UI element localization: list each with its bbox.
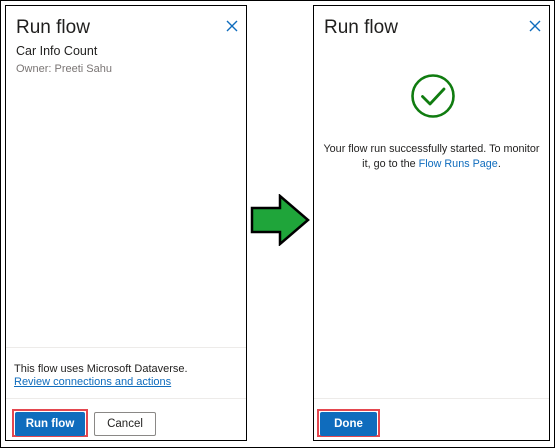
- cancel-button[interactable]: Cancel: [94, 412, 156, 436]
- run-flow-button[interactable]: Run flow: [15, 412, 85, 436]
- divider: [6, 347, 246, 348]
- dataverse-notice: This flow uses Microsoft Dataverse.: [14, 363, 188, 375]
- run-flow-success-panel: Run flow Your flow run successfully star…: [313, 5, 550, 441]
- close-icon[interactable]: [529, 20, 541, 32]
- close-icon[interactable]: [226, 20, 238, 32]
- panel-title: Run flow: [324, 17, 398, 38]
- success-message-period: .: [497, 158, 501, 170]
- success-message: Your flow run successfully started. To m…: [320, 142, 543, 172]
- done-button[interactable]: Done: [320, 412, 377, 436]
- panel-title: Run flow: [16, 17, 90, 38]
- flow-name: Car Info Count: [16, 44, 98, 58]
- flow-owner: Owner: Preeti Sahu: [16, 63, 112, 75]
- divider: [6, 398, 246, 399]
- flow-runs-page-link[interactable]: Flow Runs Page: [419, 158, 498, 170]
- review-connections-link[interactable]: Review connections and actions: [14, 376, 171, 388]
- divider: [314, 398, 549, 399]
- run-flow-panel: Run flow Car Info Count Owner: Preeti Sa…: [5, 5, 247, 441]
- checkmark-circle-icon: [411, 74, 455, 118]
- arrow-right-icon: [250, 194, 310, 246]
